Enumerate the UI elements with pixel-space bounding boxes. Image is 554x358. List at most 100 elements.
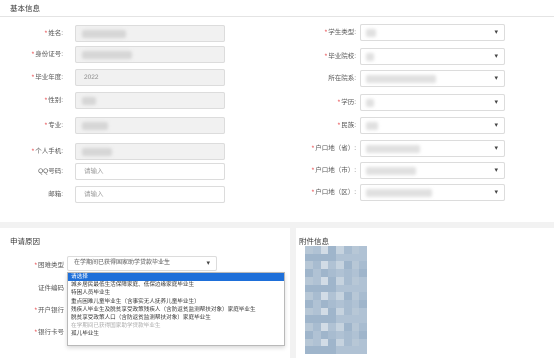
left-field-input[interactable] [75,143,225,160]
required-asterisk: * [31,74,35,81]
mosaic-cell [359,315,367,324]
mosaic-cell [343,284,352,293]
mosaic-cell [328,315,336,324]
dropdown-option[interactable]: 城乡居民最低生活保障家庭、低保边缘家庭毕业生 [68,281,284,289]
mosaic-cell [320,284,329,293]
bank-card-label: *银行卡号 [34,329,64,336]
mosaic-cell [328,269,336,277]
dropdown-option: 在学期间已获得国家助学贷款毕业生 [71,323,161,330]
left-field-label-text: 身份证号: [35,51,63,58]
application-title: 申请原因 [10,237,40,246]
mosaic-cell [359,338,367,347]
left-field-input[interactable]: 请输入 [75,163,225,180]
masked-value [366,189,432,197]
right-field-label: *户口地（区）: [270,188,356,198]
masked-value [366,167,416,175]
left-field-input[interactable] [75,92,225,109]
left-field-input[interactable]: 请输入 [75,186,225,203]
mosaic-cell [305,292,313,300]
required-asterisk: * [324,53,328,60]
mosaic-cell [343,307,352,316]
mosaic-cell [328,292,336,300]
mosaic-cell [359,292,367,300]
right-field-label-text: 学生类型: [328,29,356,36]
mosaic-cell [305,307,313,316]
mosaic-cell [312,338,321,347]
mosaic-cell [336,300,344,308]
right-field-select[interactable] [360,184,505,201]
left-field-input[interactable] [75,117,225,134]
right-field-select[interactable] [360,70,505,87]
basic-info-title: 基本信息 [10,4,40,13]
mosaic-cell [336,253,344,262]
mosaic-cell [359,253,367,262]
required-asterisk: * [311,189,315,196]
right-field-select[interactable] [360,140,505,157]
mosaic-cell [312,330,321,339]
dropdown-option[interactable]: 请选择 [68,273,284,282]
mosaic-cell [336,307,344,316]
left-field-label-text: 邮箱: [48,191,63,198]
left-field-label-text: 个人手机: [35,148,63,155]
mosaic-cell [343,300,352,308]
dropdown-option[interactable]: 残疾人毕业生及脱贫享受政策残疾人（含防返贫监测帮扶对象）家庭毕业生 [68,306,284,314]
mosaic-cell [336,346,344,354]
masked-value [82,148,112,156]
mosaic-cell [351,338,360,347]
left-field-label-text: QQ号码: [38,168,63,175]
right-field-label-text: 毕业院校: [328,53,356,60]
mosaic-cell [320,292,329,300]
dropdown-option[interactable]: 脱贫享受政策人口（含防返贫监测帮扶对象）家庭毕业生 [68,314,284,322]
mosaic-cell [351,315,360,324]
mosaic-cell [359,330,367,339]
left-field-label: 邮箱: [10,190,63,200]
left-field-value: 2022 [84,74,99,81]
dropdown-option[interactable]: 特困人员毕业生 [68,289,284,297]
right-field-label-text: 户口地（省）: [315,145,356,152]
open-bank-label: *开户银行 [34,307,64,314]
mosaic-cell [312,246,321,254]
dropdown-option[interactable]: 孤儿毕业生 [68,330,284,338]
mosaic-cell [343,330,352,339]
mosaic-cell [320,315,329,324]
required-asterisk: * [31,51,35,58]
mosaic-cell [336,330,344,339]
masked-value [82,30,126,38]
mosaic-cell [359,307,367,316]
left-field-input[interactable] [75,46,225,63]
mosaic-cell [336,338,344,347]
right-field-select[interactable] [360,94,505,111]
mosaic-cell [312,253,321,262]
left-field-input[interactable]: 2022 [75,69,225,86]
mosaic-cell [312,276,321,285]
mosaic-cell [359,269,367,277]
mosaic-cell [328,338,336,347]
mosaic-cell [305,269,313,277]
mosaic-cell [343,276,352,285]
mosaic-cell [351,330,360,339]
mosaic-cell [328,346,336,354]
right-field-select[interactable] [360,162,505,179]
mosaic-cell [305,338,313,347]
difficulty-type-select[interactable]: 在学期间已获得国家助学贷款毕业生 [67,256,217,271]
mosaic-cell [320,261,329,270]
masked-value [366,145,420,153]
mosaic-cell [359,346,367,354]
mosaic-cell [312,307,321,316]
required-asterisk: * [324,29,328,36]
mosaic-cell [351,253,360,262]
mosaic-cell [320,307,329,316]
dropdown-option[interactable]: 重点困难儿童毕业生（含事实无人抚养儿童毕业生） [68,298,284,306]
mosaic-cell [328,323,336,331]
mosaic-cell [305,300,313,308]
difficulty-type-label: *困难类型 [34,262,64,269]
masked-value [366,53,374,61]
right-field-select[interactable] [360,117,505,134]
right-field-select[interactable] [360,24,505,41]
left-field-input[interactable] [75,25,225,42]
mosaic-cell [359,246,367,254]
required-asterisk: * [31,148,35,155]
attachment-image-thumbnail[interactable] [305,246,367,354]
mosaic-cell [336,284,344,293]
right-field-select[interactable] [360,48,505,65]
